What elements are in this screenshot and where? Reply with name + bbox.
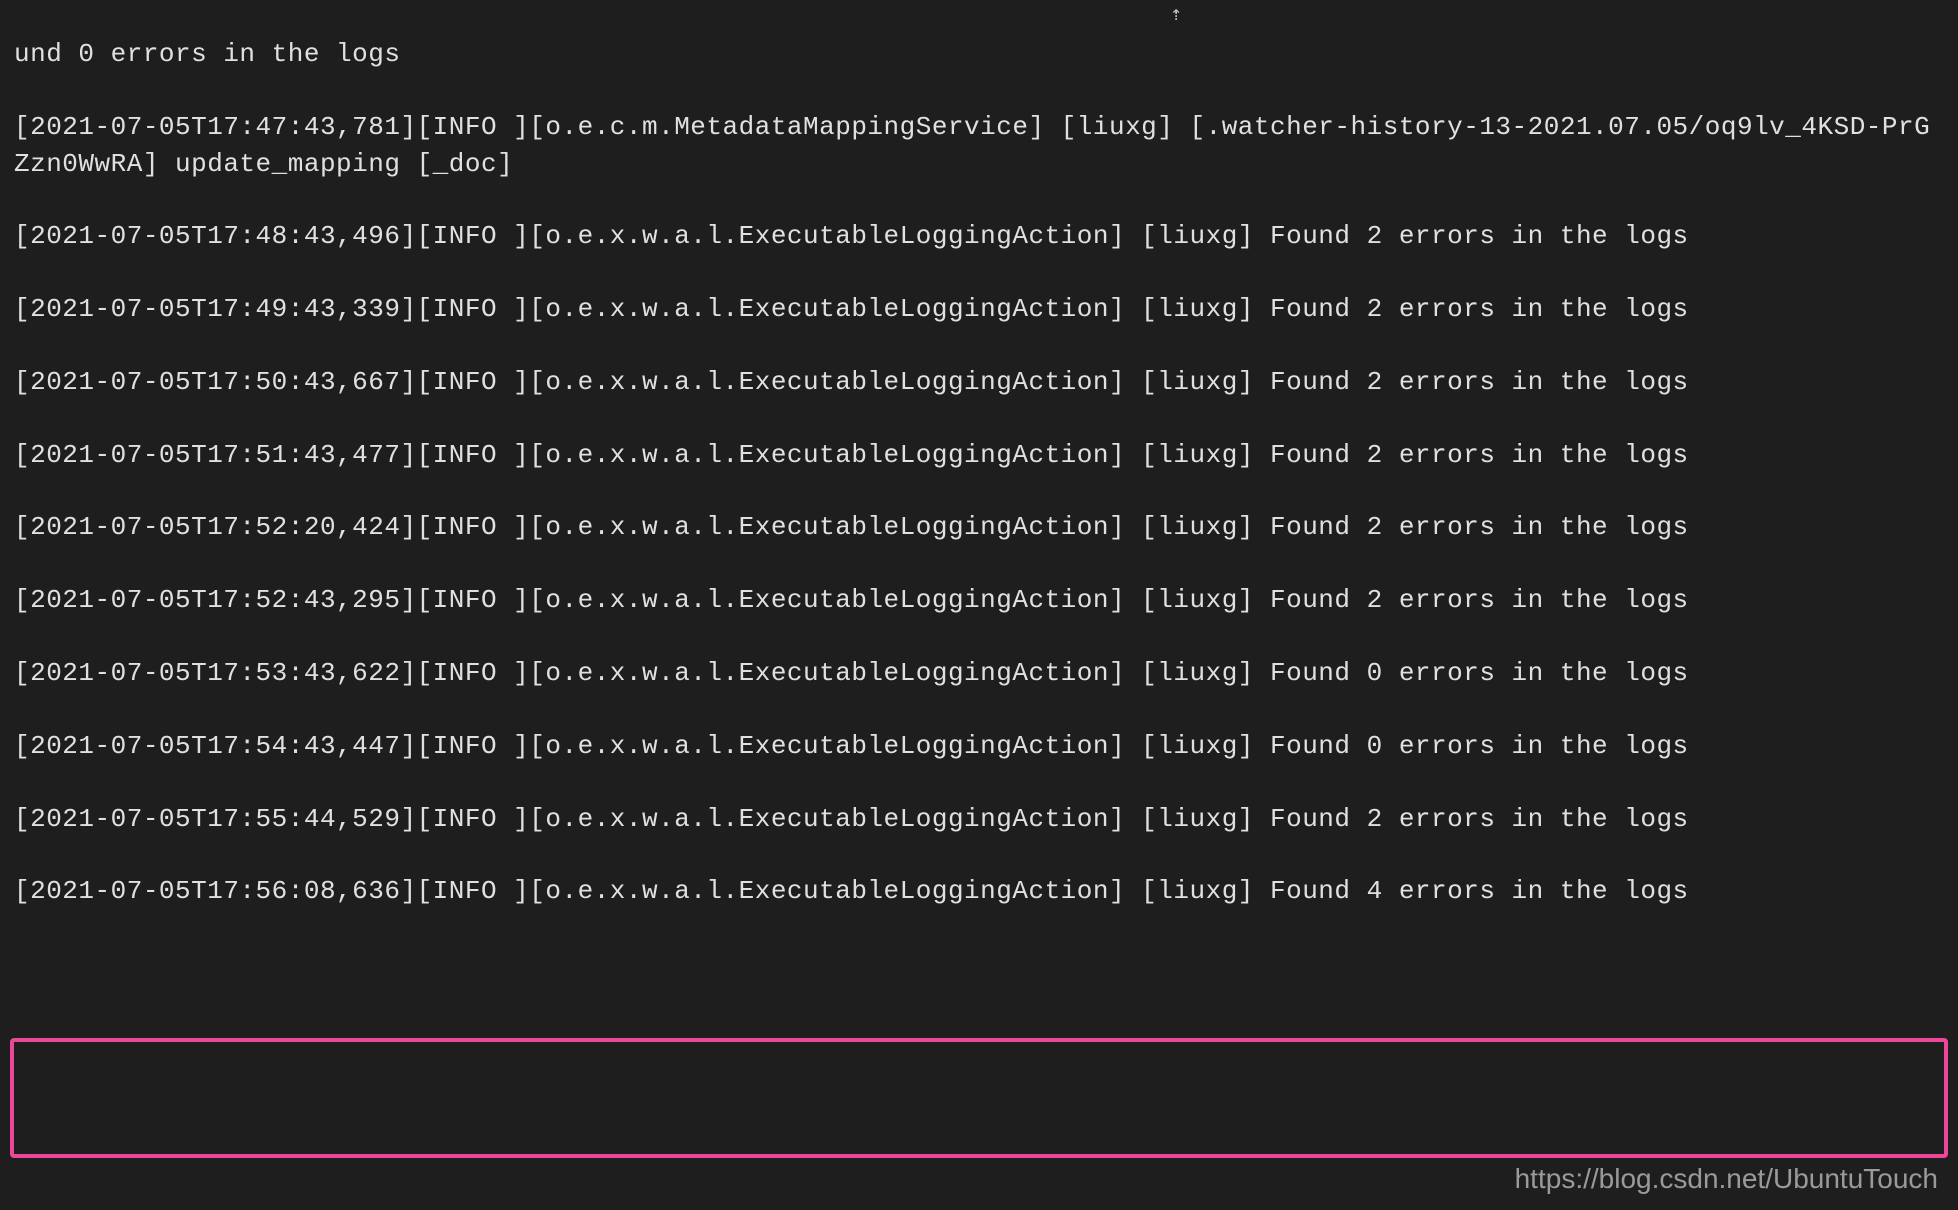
log-line: [2021-07-05T17:47:43,781][INFO ][o.e.c.m… <box>14 109 1944 182</box>
log-line: [2021-07-05T17:52:43,295][INFO ][o.e.x.w… <box>14 582 1944 618</box>
watermark-text: https://blog.csdn.net/UbuntuTouch <box>1515 1159 1938 1198</box>
log-line: [2021-07-05T17:55:44,529][INFO ][o.e.x.w… <box>14 801 1944 837</box>
highlight-annotation-box <box>10 1038 1948 1158</box>
log-line: [2021-07-05T17:52:20,424][INFO ][o.e.x.w… <box>14 509 1944 545</box>
log-line: [2021-07-05T17:49:43,339][INFO ][o.e.x.w… <box>14 291 1944 327</box>
log-line: [2021-07-05T17:54:43,447][INFO ][o.e.x.w… <box>14 728 1944 764</box>
text-cursor-icon: ⇡ <box>1170 2 1182 30</box>
log-line: [2021-07-05T17:53:43,622][INFO ][o.e.x.w… <box>14 655 1944 691</box>
log-line: [2021-07-05T17:56:08,636][INFO ][o.e.x.w… <box>14 873 1944 909</box>
terminal-output[interactable]: und 0 errors in the logs [2021-07-05T17:… <box>14 0 1944 946</box>
log-line: und 0 errors in the logs <box>14 36 1944 72</box>
log-line: [2021-07-05T17:48:43,496][INFO ][o.e.x.w… <box>14 218 1944 254</box>
log-line: [2021-07-05T17:51:43,477][INFO ][o.e.x.w… <box>14 437 1944 473</box>
log-line: [2021-07-05T17:50:43,667][INFO ][o.e.x.w… <box>14 364 1944 400</box>
